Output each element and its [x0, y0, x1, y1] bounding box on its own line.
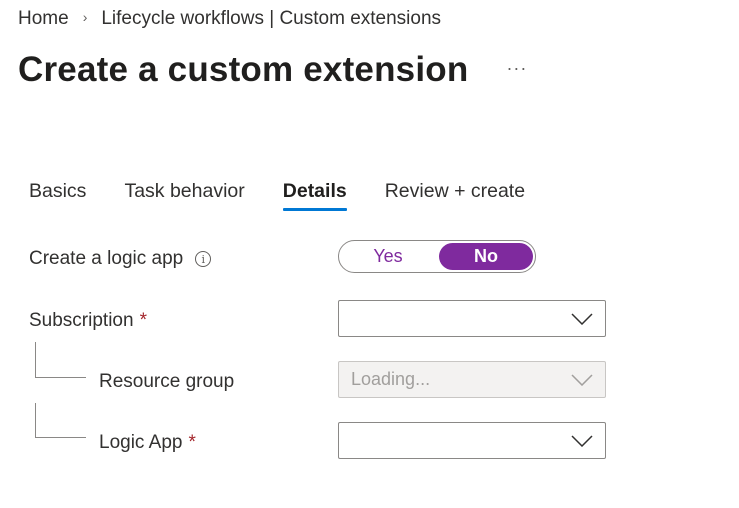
toggle-option-no[interactable]: No — [439, 243, 533, 270]
more-options-button[interactable]: ··· — [506, 58, 527, 79]
page-title: Create a custom extension — [18, 50, 469, 89]
toggle-option-yes[interactable]: Yes — [341, 243, 435, 270]
breadcrumb-separator: › — [82, 9, 88, 25]
subscription-label-row: Subscription * — [29, 310, 147, 332]
resource-group-label: Resource group — [99, 371, 235, 392]
required-marker: * — [188, 432, 196, 453]
create-logic-app-label-row: Create a logic app i — [29, 248, 212, 270]
tab-details[interactable]: Details — [282, 180, 347, 211]
tab-basics[interactable]: Basics — [29, 180, 86, 211]
tab-review-create[interactable]: Review + create — [385, 180, 525, 211]
info-icon[interactable]: i — [195, 251, 212, 267]
tab-bar: Basics Task behavior Details Review + cr… — [29, 180, 563, 211]
create-logic-app-label: Create a logic app — [29, 248, 184, 269]
tree-connector-line — [35, 342, 86, 378]
logic-app-label-row: Logic App * — [99, 432, 196, 454]
logic-app-dropdown[interactable] — [338, 422, 606, 459]
create-logic-app-toggle[interactable]: Yes No — [338, 240, 536, 273]
resource-group-dropdown: Loading... — [338, 361, 606, 398]
resource-group-value: Loading... — [351, 369, 431, 389]
subscription-label: Subscription — [29, 310, 134, 331]
tab-task-behavior[interactable]: Task behavior — [124, 180, 244, 211]
logic-app-label: Logic App — [99, 432, 183, 453]
breadcrumb-current[interactable]: Lifecycle workflows | Custom extensions — [101, 8, 441, 30]
chevron-down-icon — [571, 373, 593, 386]
subscription-dropdown[interactable] — [338, 300, 606, 337]
chevron-down-icon — [571, 312, 593, 325]
breadcrumb: Home › Lifecycle workflows | Custom exte… — [18, 8, 441, 30]
tree-connector-line — [35, 403, 86, 438]
required-marker: * — [139, 310, 147, 331]
resource-group-label-row: Resource group — [99, 371, 234, 393]
breadcrumb-home[interactable]: Home — [18, 8, 69, 30]
chevron-down-icon — [571, 434, 593, 447]
title-row: Create a custom extension ··· — [18, 50, 527, 90]
